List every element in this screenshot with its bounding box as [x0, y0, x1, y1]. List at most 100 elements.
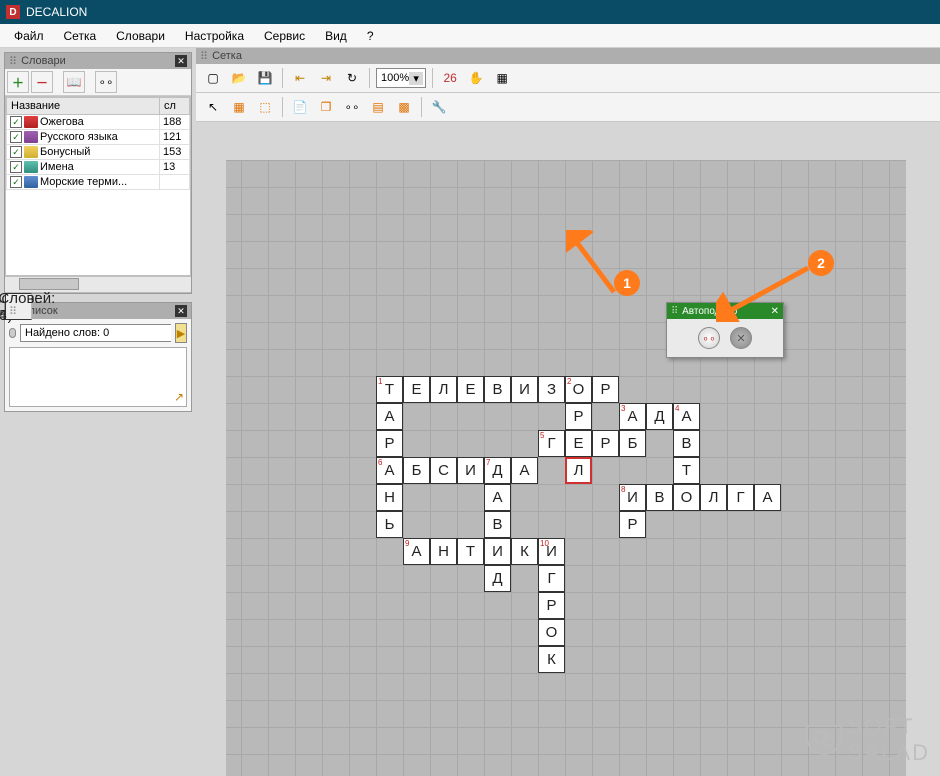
word-list-area[interactable]: ↗: [9, 347, 187, 407]
crossword-cell[interactable]: А: [484, 484, 511, 511]
table-row[interactable]: ✓Русского языка121: [7, 130, 190, 145]
autofit-nodes-icon[interactable]: ∘∘: [341, 96, 363, 118]
table-row[interactable]: ✓Морские терми...: [7, 175, 190, 190]
nodes-icon[interactable]: ∘∘: [95, 71, 117, 93]
cursor-icon[interactable]: ↖: [202, 96, 224, 118]
new-file-icon[interactable]: ▢: [202, 67, 224, 89]
crossword-cell[interactable]: Е: [403, 376, 430, 403]
checkbox-icon[interactable]: ✓: [10, 161, 22, 173]
open-book-icon[interactable]: 📖: [63, 71, 85, 93]
crossword-cell[interactable]: В: [673, 430, 700, 457]
layers-icon[interactable]: ❐: [315, 96, 337, 118]
crossword-cell[interactable]: А9: [403, 538, 430, 565]
export-out-icon[interactable]: ⇥: [315, 67, 337, 89]
crossword-cell[interactable]: Н: [430, 538, 457, 565]
crossword-cell[interactable]: Ь: [376, 511, 403, 538]
hatch-icon[interactable]: ▩: [393, 96, 415, 118]
crossword-cell[interactable]: Б: [403, 457, 430, 484]
crossword-cell[interactable]: Т: [673, 457, 700, 484]
grid-canvas[interactable]: Т1ЕЛЕВИЗО2РАРА3ДА4РГ5ЕРБВА6БСИД7АЛТНАИ8В…: [196, 122, 940, 776]
crossword-cell[interactable]: А: [376, 403, 403, 430]
crossword-cell[interactable]: И: [511, 376, 538, 403]
crossword-cell[interactable]: А4: [673, 403, 700, 430]
crossword-cell[interactable]: Т: [457, 538, 484, 565]
crossword-cell[interactable]: Е: [565, 430, 592, 457]
crossword-cell[interactable]: Г: [727, 484, 754, 511]
export-in-icon[interactable]: ⇤: [289, 67, 311, 89]
table-row[interactable]: ✓Имена13: [7, 160, 190, 175]
crossword-cell[interactable]: Г5: [538, 430, 565, 457]
autofit-stop-icon[interactable]: ✕: [730, 327, 752, 349]
crossword-cell[interactable]: С: [430, 457, 457, 484]
crossword-cell[interactable]: А: [754, 484, 781, 511]
crossword-cell[interactable]: И: [484, 538, 511, 565]
pointer-icon[interactable]: ↗: [174, 390, 184, 404]
crossword-cell[interactable]: И8: [619, 484, 646, 511]
fill-grid-icon[interactable]: ▦: [228, 96, 250, 118]
crossword-cell[interactable]: Т1: [376, 376, 403, 403]
crossword-cell[interactable]: К: [511, 538, 538, 565]
crossword-cell[interactable]: А3: [619, 403, 646, 430]
autofit-run-icon[interactable]: ∘∘: [698, 327, 720, 349]
crossword-cell[interactable]: З: [538, 376, 565, 403]
play-forward-icon[interactable]: ▶: [175, 323, 187, 343]
close-icon[interactable]: ✕: [175, 55, 187, 67]
crossword-cell[interactable]: Р: [565, 403, 592, 430]
crossword-cell[interactable]: О: [673, 484, 700, 511]
crossword-cell[interactable]: Д: [484, 565, 511, 592]
col-count[interactable]: сл: [160, 98, 190, 115]
crossword-cell[interactable]: Е: [457, 376, 484, 403]
crossword-cell[interactable]: В: [646, 484, 673, 511]
crossword-cell[interactable]: В: [484, 511, 511, 538]
crossword-cell[interactable]: К: [538, 646, 565, 673]
crossword-cell[interactable]: Л: [565, 457, 592, 484]
menu-grid[interactable]: Сетка: [54, 26, 107, 46]
open-folder-icon[interactable]: 📂: [228, 67, 250, 89]
palette-icon[interactable]: ▤: [367, 96, 389, 118]
crossword-cell[interactable]: О: [538, 619, 565, 646]
menu-help[interactable]: ?: [357, 26, 384, 46]
table-row[interactable]: ✓Бонусный153: [7, 145, 190, 160]
crossword-cell[interactable]: Н: [376, 484, 403, 511]
menu-file[interactable]: Файл: [4, 26, 54, 46]
crossword-cell[interactable]: Д: [646, 403, 673, 430]
add-button[interactable]: ＋: [7, 71, 29, 93]
crossword-cell[interactable]: И10: [538, 538, 565, 565]
save-icon[interactable]: 💾: [254, 67, 276, 89]
crossword-cell[interactable]: Д7: [484, 457, 511, 484]
crossword-cell[interactable]: Г: [538, 565, 565, 592]
close-icon[interactable]: ✕: [175, 305, 187, 317]
menu-dictionaries[interactable]: Словари: [106, 26, 175, 46]
wrench-icon[interactable]: 🔧: [428, 96, 450, 118]
refresh-icon[interactable]: ↻: [341, 67, 363, 89]
menu-view[interactable]: Вид: [315, 26, 357, 46]
select-area-icon[interactable]: ⬚: [254, 96, 276, 118]
remove-button[interactable]: －: [31, 71, 53, 93]
checkbox-icon[interactable]: ✓: [10, 131, 22, 143]
crossword-cell[interactable]: Л: [430, 376, 457, 403]
crossword-cell[interactable]: Р: [376, 430, 403, 457]
hand-pan-icon[interactable]: ✋: [465, 67, 487, 89]
crossword-cell[interactable]: О2: [565, 376, 592, 403]
checkbox-icon[interactable]: ✓: [10, 176, 22, 188]
grid-small-icon[interactable]: ▦: [491, 67, 513, 89]
crossword-cell[interactable]: А6: [376, 457, 403, 484]
found-words-input[interactable]: [20, 324, 171, 342]
crossword-cell[interactable]: И: [457, 457, 484, 484]
menu-service[interactable]: Сервис: [254, 26, 315, 46]
crossword-cell[interactable]: Р: [592, 376, 619, 403]
col-name[interactable]: Название: [7, 98, 160, 115]
crossword-cell[interactable]: Л: [700, 484, 727, 511]
crossword-cell[interactable]: Р: [619, 511, 646, 538]
grid-numbering-icon[interactable]: 26: [439, 67, 461, 89]
checkbox-icon[interactable]: ✓: [10, 116, 22, 128]
table-row[interactable]: ✓Ожегова188: [7, 115, 190, 130]
crossword-cell[interactable]: А: [511, 457, 538, 484]
crossword-cell[interactable]: Р: [538, 592, 565, 619]
crossword-cell[interactable]: Б: [619, 430, 646, 457]
menu-settings[interactable]: Настройка: [175, 26, 254, 46]
document-icon[interactable]: 📄: [289, 96, 311, 118]
crossword-cell[interactable]: Р: [592, 430, 619, 457]
zoom-combo[interactable]: 100%: [376, 68, 426, 88]
checkbox-icon[interactable]: ✓: [10, 146, 22, 158]
